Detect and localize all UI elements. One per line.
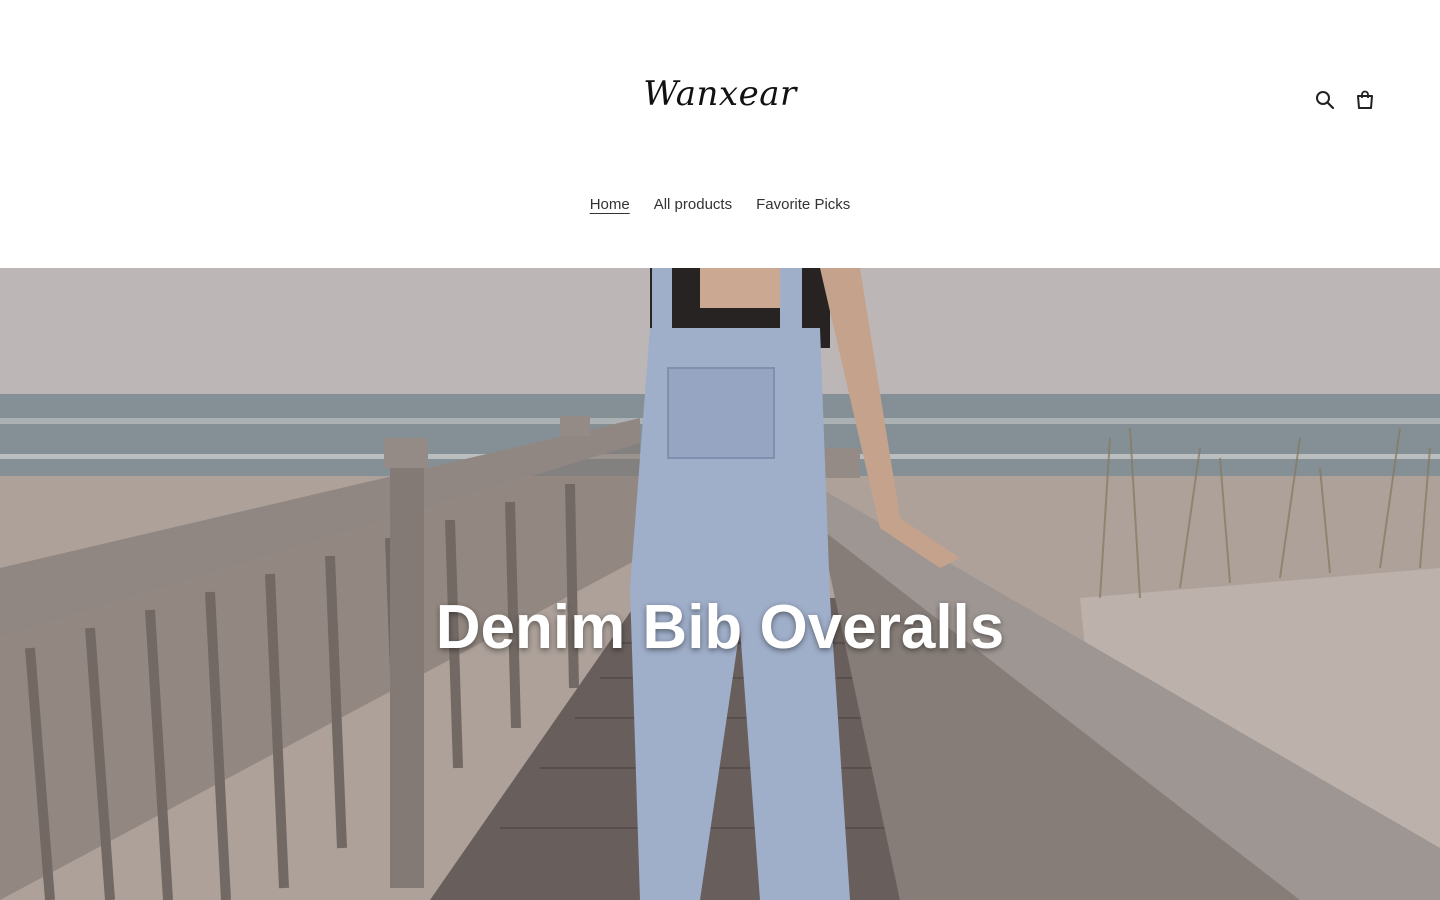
site-header: Wanxear Home All products Favorite Picks xyxy=(0,0,1440,268)
hero-title: Denim Bib Overalls xyxy=(435,592,1005,662)
search-icon[interactable] xyxy=(1314,88,1336,112)
nav-item-home[interactable]: Home xyxy=(590,196,630,213)
hero-image xyxy=(0,268,1440,900)
main-nav: Home All products Favorite Picks xyxy=(0,196,1440,213)
header-icons xyxy=(1314,88,1376,112)
hero-banner[interactable]: Denim Bib Overalls xyxy=(0,268,1440,900)
nav-item-favorite-picks[interactable]: Favorite Picks xyxy=(756,196,850,213)
cart-icon[interactable] xyxy=(1354,88,1376,112)
nav-item-all-products[interactable]: All products xyxy=(654,196,732,213)
site-logo[interactable]: Wanxear xyxy=(0,74,1440,114)
